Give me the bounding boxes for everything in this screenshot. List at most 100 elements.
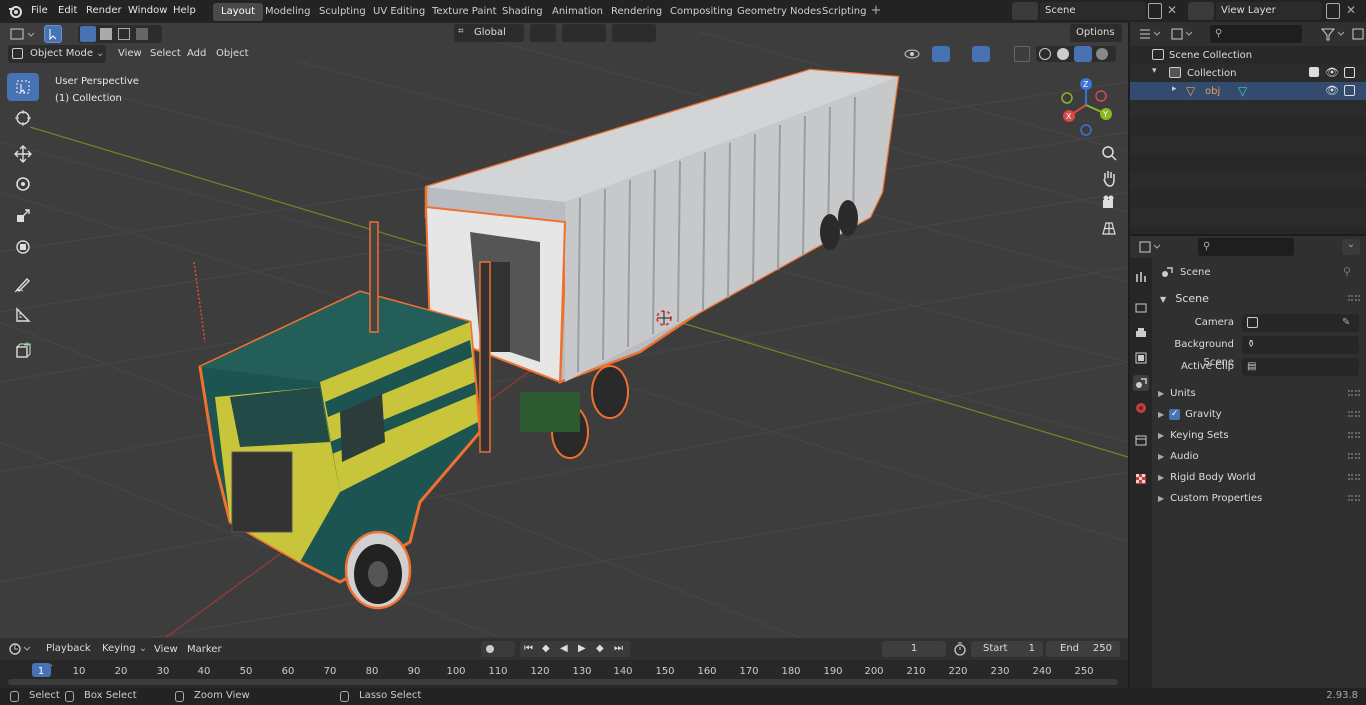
expand-arrow-icon[interactable]: ▸ <box>1172 84 1177 94</box>
tab-uv-editing[interactable]: UV Editing <box>365 3 433 21</box>
outliner-row-scene-collection[interactable]: Scene Collection <box>1130 46 1366 64</box>
end-frame-field[interactable]: End 250 <box>1046 641 1120 657</box>
selection-mode-group[interactable] <box>78 25 162 43</box>
jump-keyframe-forward-icon[interactable]: ◆ <box>596 641 604 657</box>
tab-rendering[interactable]: Rendering <box>603 3 670 21</box>
navigation-gizmo[interactable]: Z Y X <box>1055 74 1117 136</box>
keying-sets-panel[interactable]: ▶ Keying Sets <box>1158 426 1358 446</box>
timeline-scrollbar[interactable] <box>8 679 1118 685</box>
visibility-icon[interactable] <box>902 46 928 62</box>
background-scene-field[interactable]: ⚱ <box>1242 336 1359 354</box>
jump-keyframe-back-icon[interactable]: ◆ <box>542 641 550 657</box>
add-workspace-icon[interactable]: + <box>869 4 883 18</box>
panel-drag-handle[interactable] <box>1348 453 1360 459</box>
panel-drag-handle[interactable] <box>1348 390 1360 396</box>
scene-properties-tab-icon[interactable] <box>1133 375 1149 391</box>
pin-icon[interactable]: ⚲ <box>1343 265 1351 278</box>
new-scene-icon[interactable] <box>1148 3 1162 19</box>
pan-hand-icon[interactable] <box>1098 167 1120 189</box>
object-render-toggle-icon[interactable] <box>1344 85 1355 96</box>
material-shading-icon[interactable] <box>1074 46 1092 62</box>
scene-name-field[interactable]: Scene <box>1040 2 1146 20</box>
shading-mode-group[interactable] <box>1036 46 1116 62</box>
playback-menu[interactable]: Playback ⌄ <box>42 641 98 670</box>
tool-add-cube-icon[interactable] <box>7 337 39 365</box>
properties-editor-type-icon[interactable] <box>1138 239 1166 255</box>
object-visibility-eye-icon[interactable]: 👁 <box>1325 84 1339 97</box>
render-toggle-icon[interactable] <box>1344 67 1355 78</box>
stopwatch-icon[interactable] <box>952 641 968 657</box>
rendered-shading-icon[interactable] <box>1096 48 1108 60</box>
tool-properties-tab-icon[interactable] <box>1133 269 1149 285</box>
gravity-panel[interactable]: ▶ ✓ Gravity <box>1158 405 1358 425</box>
play-icon[interactable]: ▶ <box>578 641 586 657</box>
eyedropper-icon[interactable]: ✎ <box>1342 314 1350 332</box>
snap-icon[interactable] <box>562 24 606 42</box>
texture-properties-tab-icon[interactable] <box>1133 471 1149 487</box>
timeline-view-menu[interactable]: View <box>154 644 178 655</box>
menu-select[interactable]: Select <box>150 48 181 59</box>
mode-dropdown[interactable]: Object Mode ⌄ <box>8 45 106 63</box>
perspective-toggle-icon[interactable] <box>1098 217 1120 239</box>
view-layer-field[interactable]: View Layer <box>1216 2 1322 20</box>
panel-drag-handle[interactable] <box>1348 432 1360 438</box>
select-subtract-icon[interactable] <box>118 28 130 40</box>
tab-scripting[interactable]: Scripting <box>814 3 874 21</box>
tab-shading[interactable]: Shading <box>494 3 551 21</box>
tab-layout[interactable]: Layout <box>213 3 263 21</box>
tool-transform-icon[interactable] <box>7 233 39 261</box>
delete-scene-icon[interactable]: ✕ <box>1167 3 1177 17</box>
outliner-editor-type-icon[interactable] <box>1138 26 1164 42</box>
proportional-editing-icon[interactable] <box>612 24 656 42</box>
gizmo-toggle-icon[interactable] <box>932 46 950 62</box>
collection-properties-tab-icon[interactable] <box>1133 432 1149 448</box>
tab-animation[interactable]: Animation <box>544 3 611 21</box>
tool-select-box[interactable] <box>7 73 39 101</box>
solid-shading-icon[interactable] <box>1057 48 1069 60</box>
playback-controls[interactable]: ⏮ ◆ ◀ ▶ ◆ ⏭ <box>520 641 630 657</box>
properties-search-input[interactable]: ⚲ <box>1198 238 1294 256</box>
zoom-icon[interactable] <box>1098 142 1120 164</box>
tool-cursor-icon[interactable] <box>7 104 39 132</box>
menu-object[interactable]: Object <box>216 48 249 59</box>
visibility-eye-icon[interactable]: 👁 <box>1325 66 1339 79</box>
select-tweak-icon[interactable] <box>44 25 62 43</box>
display-mode-icon[interactable] <box>1170 26 1196 42</box>
panel-drag-handle[interactable] <box>1348 495 1360 501</box>
filter-icon[interactable] <box>1320 26 1348 42</box>
editor-type-icon[interactable] <box>8 25 38 43</box>
play-reverse-icon[interactable]: ◀ <box>560 641 568 657</box>
start-frame-field[interactable]: Start 1 <box>971 641 1043 657</box>
custom-properties-panel[interactable]: ▶ Custom Properties <box>1158 489 1358 509</box>
tool-measure-icon[interactable] <box>7 301 39 329</box>
tool-scale-icon[interactable] <box>7 202 39 230</box>
tab-texture-paint[interactable]: Texture Paint <box>424 3 505 21</box>
menu-edit[interactable]: Edit <box>58 0 77 22</box>
select-invert-icon[interactable] <box>136 28 148 40</box>
new-collection-icon[interactable] <box>1352 26 1364 42</box>
camera-field[interactable]: ✎ <box>1242 314 1359 332</box>
outliner-search-input[interactable]: ⚲ <box>1210 25 1302 43</box>
keying-menu[interactable]: Keying ⌄ <box>100 641 150 657</box>
outliner-row-collection[interactable]: ▾ Collection 👁 <box>1130 64 1366 82</box>
properties-options-icon[interactable]: ⌄ <box>1342 239 1360 255</box>
view-layer-properties-tab-icon[interactable] <box>1133 350 1149 366</box>
world-properties-tab-icon[interactable] <box>1133 400 1149 416</box>
current-frame-field[interactable]: 1 <box>882 641 946 657</box>
menu-window[interactable]: Window <box>128 0 167 22</box>
active-clip-field[interactable]: ▤ <box>1242 358 1359 376</box>
exclude-checkbox[interactable] <box>1309 67 1319 77</box>
jump-end-icon[interactable]: ⏭ <box>614 641 623 657</box>
scene-selector-icon[interactable] <box>1012 2 1038 20</box>
wireframe-shading-icon[interactable] <box>1039 48 1051 60</box>
xray-toggle-icon[interactable] <box>1014 46 1030 62</box>
viewport-3d[interactable]: Object Mode ⌄ View Select Add Object Glo… <box>0 22 1128 638</box>
timeline-marker-menu[interactable]: Marker <box>187 644 222 655</box>
new-view-layer-icon[interactable] <box>1326 3 1340 19</box>
blender-logo-icon[interactable] <box>8 4 22 18</box>
menu-view[interactable]: View <box>118 48 142 59</box>
mesh-data-icon[interactable]: ▽ <box>1238 84 1247 98</box>
select-extend-icon[interactable] <box>100 28 112 40</box>
output-properties-tab-icon[interactable] <box>1133 325 1149 341</box>
render-properties-tab-icon[interactable] <box>1133 300 1149 316</box>
